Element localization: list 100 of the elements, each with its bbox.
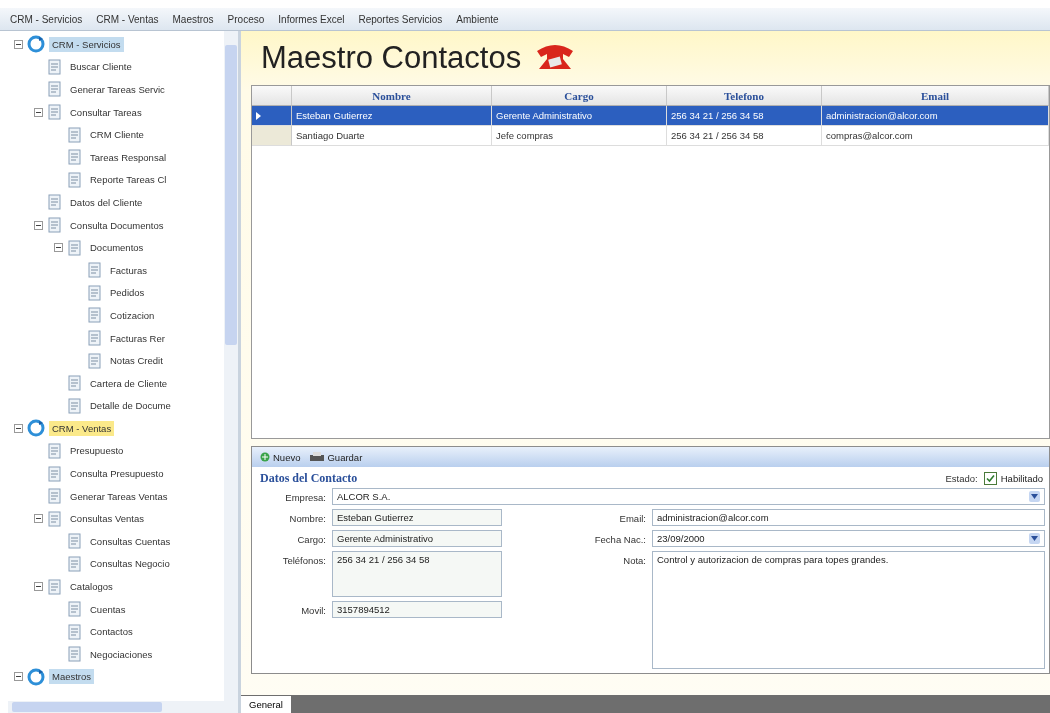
new-button[interactable]: Nuevo [258,450,303,464]
collapse-toggle[interactable] [14,423,23,433]
input-field[interactable]: administracion@alcor.com [652,509,1045,526]
tree-item[interactable]: Negociaciones [87,646,156,662]
menu-item[interactable]: Proceso [227,13,265,25]
field-label: Empresa: [284,491,326,503]
tree-item[interactable]: Generar Tareas Ventas [67,488,171,504]
horizontal-scrollbar[interactable] [8,701,238,713]
tree-item[interactable]: Consultas Ventas [67,511,147,527]
collapse-toggle[interactable] [34,220,43,230]
row-pointer-icon [256,111,261,120]
tree-item[interactable]: Maestros [49,669,95,685]
tree-item[interactable]: Buscar Cliente [67,59,135,75]
tree-item[interactable]: Datos del Cliente [67,194,146,210]
tree-item[interactable]: Catalogos [67,579,116,595]
tree-item[interactable]: Contactos [87,624,136,640]
tree-item[interactable]: CRM - Ventas [49,420,115,436]
document-icon [67,149,83,166]
collapse-toggle[interactable] [14,39,23,49]
document-icon [67,126,83,143]
menu-item[interactable]: Reportes Servicios [358,13,443,25]
collapse-toggle[interactable] [54,243,63,253]
field-label: Nombre: [288,512,326,524]
tree-item[interactable]: Cotizacion [107,307,158,323]
tree-item[interactable]: Consulta Documentos [67,217,167,233]
document-icon [67,601,83,618]
tree-item[interactable]: Consultar Tareas [67,104,145,120]
text-area[interactable]: Control y autorizacion de compras para topes grandes. [652,551,1045,669]
tree-item[interactable]: CRM Cliente [87,127,147,143]
tree-item[interactable]: Reporte Tareas Cl [87,172,170,188]
tree-item[interactable]: Consultas Negocio [87,556,173,572]
document-icon [67,623,83,640]
tree-item[interactable]: Presupuesto [67,443,127,459]
save-button[interactable]: Guardar [308,450,365,464]
document-icon [47,58,63,75]
input-field[interactable]: Gerente Administrativo [332,530,502,547]
document-icon [67,533,83,550]
tree-item[interactable]: CRM - Servicios [49,36,124,52]
column-header[interactable]: Nombre [292,86,492,106]
document-icon [47,578,63,595]
tree-item[interactable]: Documentos [87,240,147,256]
table-corner [252,86,292,106]
menu-item[interactable]: Ambiente [456,13,499,25]
menu-item[interactable]: Informes Excel [278,13,345,25]
sync-icon [27,667,45,686]
column-header[interactable]: Telefono [667,86,822,106]
tree-item[interactable]: Notas Credit [107,353,166,369]
document-icon [67,375,83,392]
table-cell: Esteban Gutierrez [292,106,492,126]
column-header[interactable]: Cargo [492,86,667,106]
checkmark-icon [985,474,995,483]
field-label: Movil: [300,604,326,616]
field-label: Fecha Nac.: [593,533,646,545]
document-icon [47,510,63,527]
menu-item[interactable]: CRM - Servicios [10,13,83,25]
collapse-toggle[interactable] [14,672,23,682]
dropdown-field[interactable]: 23/09/2000 [652,530,1045,547]
field-label: Cargo: [296,533,326,545]
tree-item[interactable]: Consulta Presupuesto [67,466,167,482]
input-field[interactable]: Esteban Gutierrez [332,509,502,526]
tree-item[interactable]: Facturas Rer [107,330,168,346]
document-icon [67,397,83,414]
row-header[interactable] [252,106,292,126]
vertical-scrollbar[interactable] [224,31,238,701]
tree-item[interactable]: Cartera de Cliente [87,375,171,391]
tree-item[interactable]: Consultas Cuentas [87,533,174,549]
document-icon [47,465,63,482]
document-icon [87,284,103,301]
table-cell: Jefe compras [492,126,667,146]
document-icon [67,555,83,572]
input-field[interactable]: 3157894512 [332,601,502,618]
collapse-toggle[interactable] [34,582,43,592]
menu-item[interactable]: CRM - Ventas [96,13,159,25]
enabled-checkbox[interactable]: Habilitado [983,472,1043,485]
tree-item[interactable]: Pedidos [107,285,148,301]
document-icon [67,646,83,663]
collapse-toggle[interactable] [34,107,43,117]
table-cell: 256 34 21 / 256 34 58 [667,106,822,126]
tree-item[interactable]: Cuentas [87,601,129,617]
dropdown-field[interactable]: ALCOR S.A. [332,488,1045,505]
document-icon [87,352,103,369]
text-area[interactable]: 256 34 21 / 256 34 58 [332,551,502,597]
tab[interactable]: General [241,696,291,713]
document-icon [47,104,63,121]
tree-item[interactable]: Facturas [107,262,150,278]
printer-icon [310,451,325,463]
document-icon [67,171,83,188]
tree-item[interactable]: Generar Tareas Servic [67,82,168,97]
document-icon [47,488,63,505]
menu-item[interactable]: Maestros [172,13,214,25]
document-icon [87,307,103,324]
collapse-toggle[interactable] [34,514,43,524]
table-cell: compras@alcor.com [822,126,1049,146]
document-icon [47,194,63,211]
field-label: Nota: [622,554,646,566]
tree-item[interactable]: Detalle de Docume [87,398,174,414]
column-header[interactable]: Email [822,86,1049,106]
dropdown-arrow-icon [1029,491,1040,502]
tree-item[interactable]: Tareas Responsal [87,149,170,165]
add-icon [260,452,270,462]
